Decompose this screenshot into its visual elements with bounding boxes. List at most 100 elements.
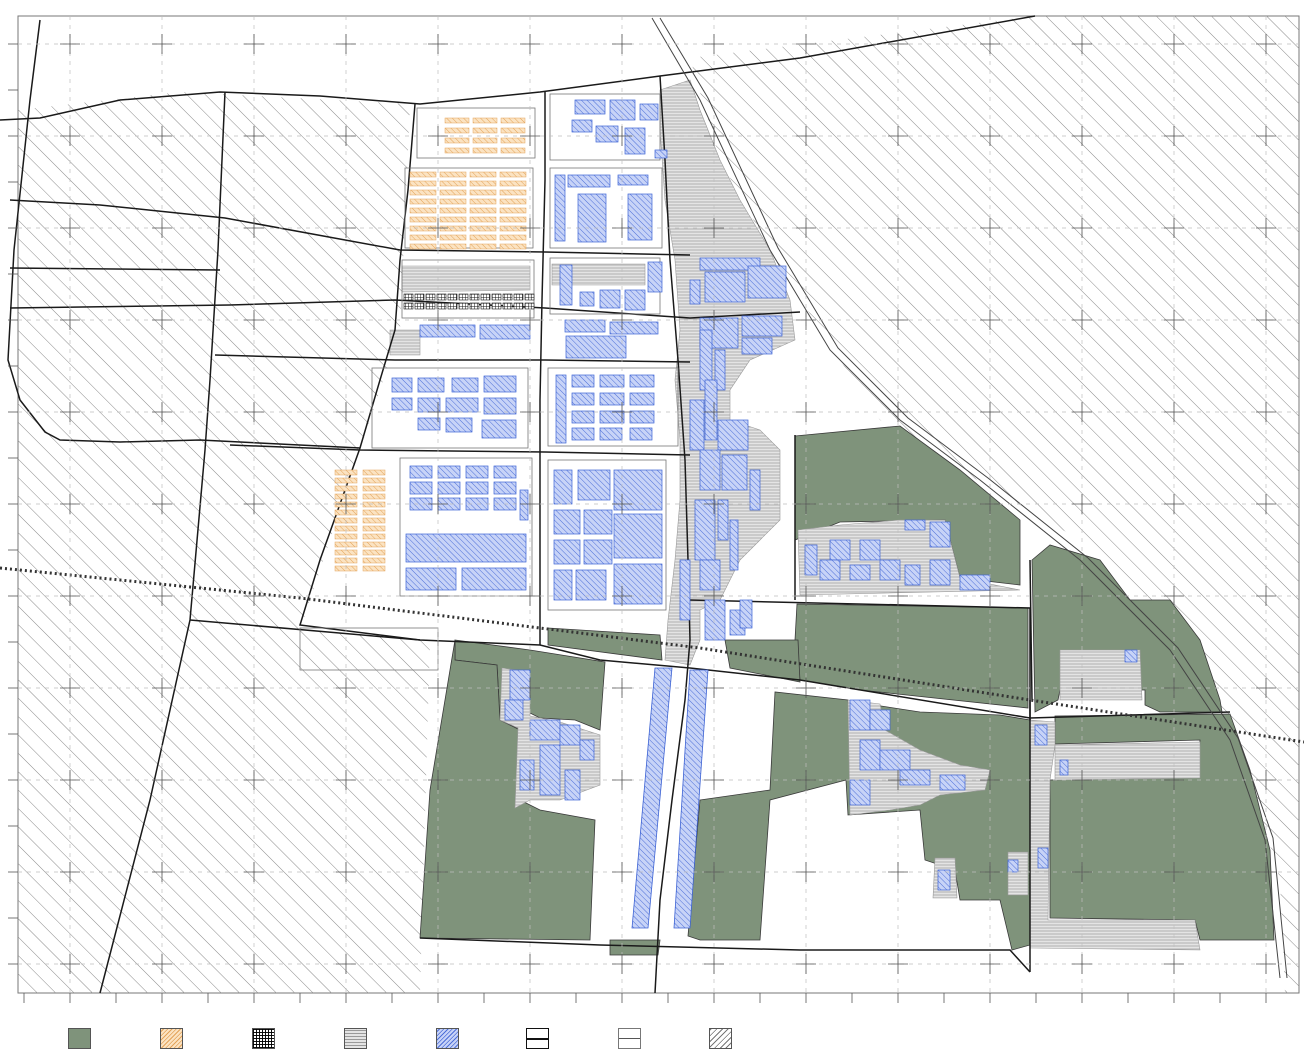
- blue-building: [559, 264, 573, 306]
- orange-housing-unit: [469, 171, 497, 178]
- orange-housing-unit: [469, 234, 497, 241]
- dark-grid-building: [414, 293, 425, 301]
- orange-housing-unit: [439, 216, 467, 223]
- orange-housing-unit: [499, 198, 527, 205]
- blue-building: [565, 335, 627, 359]
- gray-hatch-swatch: [344, 1028, 367, 1049]
- blue-building: [564, 319, 606, 333]
- orange-housing-unit: [334, 541, 358, 548]
- blue-building: [624, 289, 646, 311]
- orange-housing-unit: [469, 198, 497, 205]
- blue-building: [849, 779, 871, 806]
- blue-building: [904, 564, 921, 586]
- blue-building: [689, 279, 701, 305]
- orange-housing-unit: [362, 533, 386, 540]
- blue-building: [624, 127, 646, 155]
- blue-building: [904, 519, 926, 531]
- blue-building: [571, 410, 595, 424]
- blue-building: [804, 544, 818, 576]
- blue-building: [574, 99, 606, 115]
- orange-housing-unit: [409, 171, 437, 178]
- legend: [0, 1020, 1304, 1059]
- blue-building: [391, 377, 413, 393]
- blue-building: [405, 567, 457, 591]
- orange-housing-unit: [409, 216, 437, 223]
- orange-housing-unit: [500, 127, 526, 134]
- blue-building: [553, 539, 581, 565]
- blue-building: [575, 569, 607, 601]
- blue-building: [617, 174, 649, 186]
- blue-building: [577, 193, 607, 243]
- blue-building: [629, 410, 655, 424]
- blue-building: [879, 559, 901, 581]
- blue-building: [739, 599, 753, 629]
- blue-building: [483, 397, 517, 415]
- orange-housing-unit: [362, 477, 386, 484]
- dark-grid-building: [425, 302, 436, 310]
- blue-building: [819, 559, 841, 581]
- blue-building: [859, 539, 881, 561]
- orange-housing-unit: [439, 234, 467, 241]
- blue-building: [629, 374, 655, 388]
- blue-building: [613, 563, 663, 605]
- blue-hatch-swatch: [436, 1028, 459, 1049]
- dark-grid-building: [425, 293, 436, 301]
- blue-building: [445, 397, 479, 413]
- dark-grid-building: [469, 293, 480, 301]
- orange-housing-unit: [362, 501, 386, 508]
- orange-housing-unit: [362, 525, 386, 532]
- blue-building: [391, 397, 413, 411]
- blue-building: [461, 567, 527, 591]
- orange-housing-unit: [439, 225, 467, 232]
- orange-housing-unit: [499, 225, 527, 232]
- orange-housing-unit: [362, 485, 386, 492]
- orange-housing-unit: [444, 117, 470, 124]
- orange-housing-unit: [439, 243, 467, 250]
- orange-housing-unit: [499, 189, 527, 196]
- blue-building: [553, 469, 573, 505]
- blue-building: [741, 337, 773, 355]
- blue-building: [599, 392, 625, 406]
- blue-building: [483, 375, 517, 393]
- blue-building: [599, 374, 625, 388]
- orange-hatch-swatch: [160, 1028, 183, 1049]
- orange-housing-unit: [472, 147, 498, 154]
- blue-building: [493, 481, 517, 495]
- blue-building: [929, 559, 951, 586]
- orange-housing-unit: [362, 517, 386, 524]
- orange-housing-unit: [469, 189, 497, 196]
- green-space-swatch: [68, 1028, 91, 1049]
- blue-building: [465, 465, 489, 479]
- blue-building: [583, 539, 613, 565]
- blue-building: [417, 417, 441, 431]
- blue-building: [639, 103, 659, 121]
- orange-housing-unit: [472, 117, 498, 124]
- orange-housing-unit: [469, 225, 497, 232]
- orange-housing-unit: [469, 243, 497, 250]
- blue-building: [699, 559, 721, 591]
- blue-building: [567, 174, 611, 188]
- blue-building: [451, 377, 479, 393]
- boxed-line-swatch: [526, 1028, 549, 1049]
- dark-grid-building: [414, 302, 425, 310]
- dark-grid-building: [403, 293, 414, 301]
- orange-housing-unit: [439, 189, 467, 196]
- orange-housing-unit: [362, 493, 386, 500]
- dark-grid-building: [447, 293, 458, 301]
- orange-housing-unit: [469, 207, 497, 214]
- orange-housing-unit: [439, 198, 467, 205]
- dark-grid-building: [524, 293, 535, 301]
- blue-building: [929, 521, 951, 548]
- dark-grid-building: [480, 302, 491, 310]
- orange-housing-unit: [500, 117, 526, 124]
- blue-building: [1037, 847, 1049, 869]
- dark-grid-building: [513, 302, 524, 310]
- diagonal-hatch-swatch: [709, 1028, 732, 1049]
- blue-building: [445, 417, 473, 433]
- orange-housing-unit: [499, 243, 527, 250]
- blue-building: [409, 481, 433, 495]
- blue-building: [747, 265, 787, 299]
- dark-grid-building: [524, 302, 535, 310]
- dark-grid-building: [502, 302, 513, 310]
- blue-building: [609, 321, 659, 335]
